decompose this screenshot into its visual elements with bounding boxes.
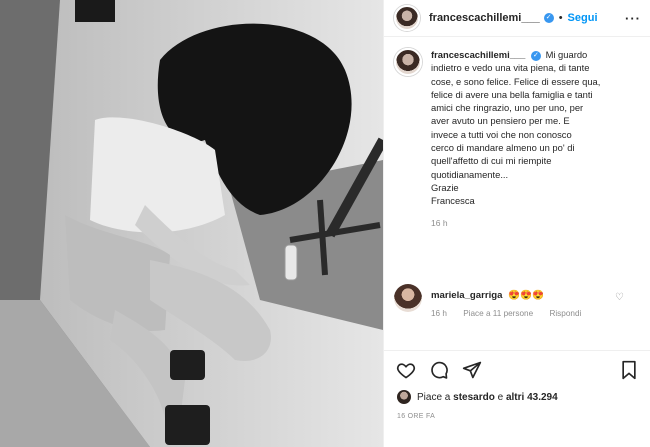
likes-user[interactable]: stesardo: [453, 392, 495, 403]
liker-avatar: [397, 390, 411, 404]
more-options-icon[interactable]: ···: [625, 11, 641, 26]
author-username[interactable]: francescachillemi___: [429, 12, 540, 24]
post-timestamp[interactable]: 16 ORE FA: [397, 413, 435, 420]
comment-body: mariela_garriga 😍😍😍: [431, 284, 621, 312]
bookmark-icon[interactable]: [619, 360, 639, 380]
caption-line: francescachillemi___ ✓ Mi guardo: [431, 48, 641, 61]
caption-line: indietro e vedo una vita piena, di tante: [431, 62, 590, 74]
caption-username[interactable]: francescachillemi___: [431, 49, 525, 60]
caption-text: Mi guardo: [545, 49, 588, 60]
caption-body: francescachillemi___ ✓ Mi guardo indietr…: [431, 48, 641, 230]
post-detail-panel: francescachillemi___ ✓ • Segui ··· franc…: [383, 0, 650, 447]
comment-likes[interactable]: Piace a 11 persone: [463, 309, 533, 318]
likes-middle: e: [497, 391, 504, 403]
separator-dot: •: [558, 12, 563, 24]
likes-others[interactable]: altri 43.294: [506, 392, 558, 403]
likes-prefix: Piace a: [417, 391, 451, 403]
comment-time[interactable]: 16 h: [431, 309, 447, 318]
follow-button[interactable]: Segui: [568, 12, 598, 24]
comment-icon[interactable]: [429, 360, 449, 380]
comment-item: mariela_garriga 😍😍😍 ♡ 16 h Piace a 11 pe…: [394, 284, 644, 318]
likes-summary[interactable]: Piace a stesardo e altri 43.294: [397, 390, 558, 404]
caption-line: quell'affetto di cui mi riempite: [431, 155, 552, 167]
caption-line: amici che ringrazio, uno per uno, per: [431, 102, 584, 114]
verified-badge-icon: ✓: [543, 13, 554, 23]
caption-time[interactable]: 16 h: [431, 217, 641, 230]
post-caption: francescachillemi___ ✓ Mi guardo indietr…: [394, 48, 644, 230]
comment-meta: 16 h Piace a 11 persone Rispondi: [431, 309, 595, 318]
share-icon[interactable]: [462, 360, 482, 380]
caption-author-avatar[interactable]: [394, 48, 422, 76]
caption-line: invece a tutti voi che non conosco: [431, 128, 572, 140]
caption-line: cerco di mandare almeno un po' di: [431, 142, 575, 154]
commenter-username[interactable]: mariela_garriga: [431, 290, 502, 301]
post-header: francescachillemi___ ✓ • Segui ···: [384, 0, 650, 37]
author-avatar[interactable]: [394, 5, 420, 31]
reply-button[interactable]: Rispondi: [549, 309, 581, 318]
caption-line: felice di avere una bella famiglia e tan…: [431, 88, 593, 100]
next-comment-partial: [394, 336, 644, 350]
post-actions: Piace a stesardo e altri 43.294 16 ORE F…: [384, 350, 650, 447]
caption-line: Francesca: [431, 195, 475, 207]
comment-text: 😍😍😍: [508, 290, 544, 301]
heart-icon[interactable]: [396, 360, 416, 380]
comment-like-heart-icon[interactable]: ♡: [615, 292, 624, 303]
verified-badge-icon: ✓: [530, 50, 541, 61]
caption-line: aver avuto un pensiero per me. E: [431, 115, 570, 127]
action-icons: [396, 360, 482, 380]
post-photo[interactable]: [0, 0, 383, 447]
caption-line: cose, e sono felice. Felice di essere qu…: [431, 75, 601, 87]
commenter-avatar[interactable]: [394, 284, 422, 312]
caption-line: quotidianamente...: [431, 168, 509, 180]
caption-line: Grazie: [431, 181, 459, 193]
photo-scene: [0, 0, 383, 447]
